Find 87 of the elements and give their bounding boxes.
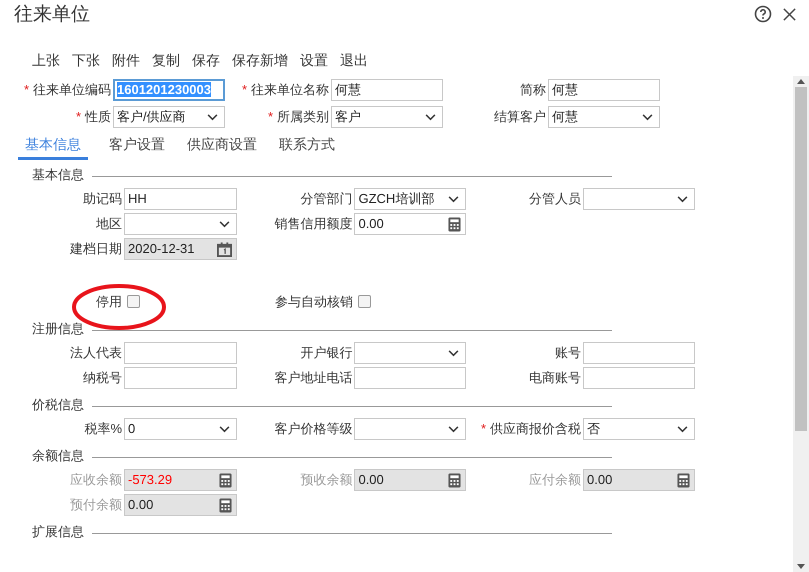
field-label: 建档日期 (70, 240, 122, 256)
field-label: 停用 (96, 294, 122, 308)
scroll-up-icon[interactable] (797, 79, 805, 84)
close-icon[interactable] (782, 6, 797, 22)
help-icon[interactable] (754, 5, 772, 23)
tab[interactable]: 基本信息 (18, 132, 88, 160)
dropdown-field[interactable]: 客户 (331, 106, 443, 128)
chevron-icon (448, 196, 459, 202)
required-mark: * (24, 82, 29, 96)
field-label: 助记码 (83, 190, 122, 206)
field-label: 所属类别 (277, 108, 329, 124)
dropdown-field[interactable] (124, 212, 237, 234)
field-label: 客户价格等级 (274, 420, 352, 436)
checkbox[interactable] (358, 295, 371, 308)
toolbar-button[interactable]: 退出 (334, 52, 374, 70)
chevron-icon (448, 426, 459, 432)
chevron-icon (677, 426, 688, 432)
dropdown-field[interactable] (354, 342, 466, 364)
required-mark: * (480, 420, 486, 436)
input-field[interactable] (354, 366, 466, 388)
tab[interactable]: 联系方式 (272, 132, 342, 160)
toolbar-button[interactable]: 复制 (146, 52, 186, 70)
field-label: 客户地址电话 (274, 370, 352, 384)
chevron-icon (207, 114, 218, 120)
scroll-down-icon[interactable] (797, 564, 805, 569)
field-label: 往来单位编码 (33, 82, 111, 96)
required-mark: * (242, 82, 247, 96)
input-field[interactable] (124, 366, 237, 388)
input-field[interactable]: 何慧 (548, 78, 660, 100)
required-mark: * (76, 108, 81, 124)
checkbox[interactable] (127, 295, 140, 308)
field-label: 电商账号 (529, 370, 581, 384)
scrollbar[interactable] (793, 76, 809, 572)
field-label: 性质 (85, 108, 111, 124)
field-label: 结算客户 (494, 108, 546, 124)
field-label: 税率% (84, 420, 122, 436)
field-label: 供应商报价含税 (490, 420, 581, 436)
calculator-icon[interactable] (448, 216, 461, 232)
window-title: 往来单位 (14, 3, 90, 27)
section-title: 余额信息 (32, 447, 84, 465)
chevron-icon (642, 114, 653, 120)
section-title: 价税信息 (32, 396, 84, 414)
toolbar-button[interactable]: 上张 (26, 52, 66, 70)
chevron-icon (425, 114, 436, 120)
dropdown-field[interactable]: 0 (124, 418, 237, 440)
toolbar-button[interactable]: 保存 (186, 52, 226, 70)
chevron-icon (448, 350, 459, 356)
dropdown-field[interactable]: 客户/供应商 (113, 106, 225, 128)
toolbar-button[interactable]: 保存新增 (226, 52, 294, 70)
section-title: 基本信息 (32, 166, 84, 184)
dropdown-field[interactable]: 何慧 (548, 106, 660, 128)
field-label: 简称 (520, 82, 546, 96)
dropdown-field[interactable] (354, 418, 466, 440)
field-label: 参与自动核销 (275, 294, 353, 308)
toolbar-button[interactable]: 附件 (106, 52, 146, 70)
tab[interactable]: 供应商设置 (180, 132, 264, 160)
field-label: 往来单位名称 (251, 82, 329, 96)
field-label: 销售信用额度 (274, 216, 352, 230)
field-label: 纳税号 (83, 370, 122, 384)
toolbar-button[interactable]: 下张 (66, 52, 106, 70)
input-field[interactable]: 何慧 (331, 78, 443, 100)
required-mark: * (268, 108, 273, 124)
chevron-icon (219, 426, 230, 432)
chevron-icon (219, 220, 230, 228)
input-field[interactable]: HH (124, 188, 237, 210)
field-label: 开户银行 (300, 344, 352, 360)
section-title: 扩展信息 (32, 523, 84, 541)
chevron-icon (677, 196, 688, 202)
field-label: 分管人员 (529, 190, 581, 206)
input-field[interactable] (124, 342, 237, 364)
field-label: 预付余额 (70, 496, 122, 512)
section-title: 注册信息 (32, 320, 84, 338)
field-label: 预收余额 (300, 472, 352, 486)
input-field[interactable] (583, 342, 695, 364)
input-field[interactable]: 0.00 (354, 212, 466, 234)
input-field[interactable] (583, 366, 695, 388)
dropdown-field[interactable]: GZCH培训部 (354, 188, 466, 210)
tab[interactable]: 客户设置 (102, 132, 172, 160)
field-label: 地区 (96, 216, 122, 230)
field-label: 分管部门 (300, 190, 352, 206)
field-label: 应付余额 (529, 472, 581, 486)
field-label: 法人代表 (70, 344, 122, 360)
dropdown-field[interactable] (583, 188, 695, 210)
toolbar-button[interactable]: 设置 (294, 52, 334, 70)
field-label: 账号 (555, 344, 581, 360)
dropdown-field[interactable]: 否 (583, 418, 695, 440)
field-label: 应收余额 (70, 472, 122, 486)
